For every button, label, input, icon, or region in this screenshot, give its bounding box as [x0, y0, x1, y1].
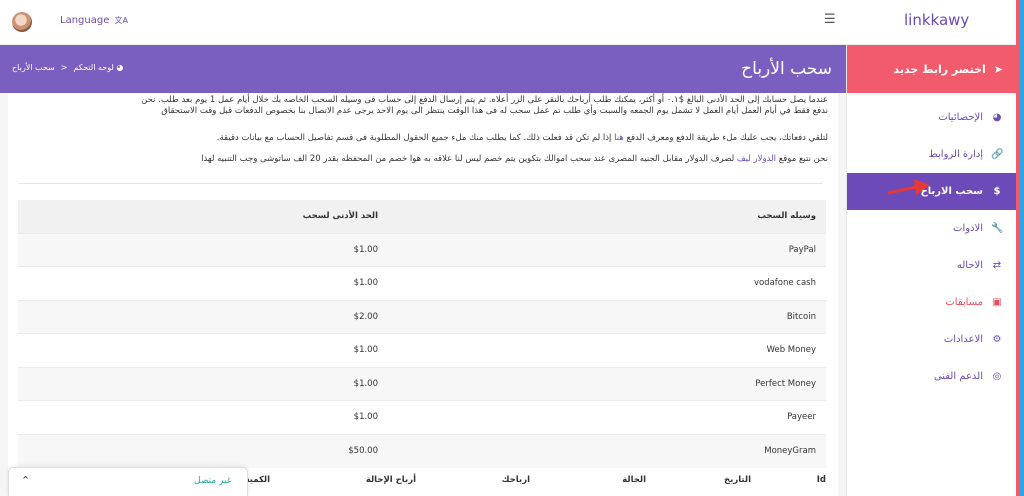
table-row: Payeer $1.00	[18, 400, 826, 434]
column-header-status: الحالة	[622, 475, 646, 485]
table-row: PayPal $1.00	[18, 232, 826, 267]
dollar-icon: $	[993, 186, 1001, 197]
method-cell: MoneyGram	[388, 433, 826, 468]
breadcrumb-home[interactable]: لوحه التحكم ◕	[73, 63, 123, 72]
paragraph-text: لصرف الدولار مقابل الجنيه المصرى عند سحب…	[201, 154, 737, 164]
sidebar-menu: الإحصائيات ◕ إدارة الروابط 🔗 سحب الارباح…	[847, 99, 1017, 395]
sidebar-item-links[interactable]: إدارة الروابط 🔗	[847, 136, 1017, 173]
gears-icon: ⚙	[992, 334, 1002, 345]
menu-toggle-icon[interactable]: ☰	[824, 12, 836, 27]
method-cell: Payeer	[388, 400, 826, 434]
minimum-cell: $1.00	[18, 366, 388, 401]
withdrawal-methods-table: وسيله السحب الحد الأدنى لسحب PayPal $1.0…	[18, 200, 826, 468]
breadcrumb-separator: >	[60, 63, 68, 72]
sidebar-item-referrals[interactable]: الاحاله ⇄	[847, 247, 1017, 284]
minimum-cell: $50.00	[18, 433, 388, 468]
language-selector[interactable]: Language 文A	[60, 15, 128, 26]
sidebar-item-tools[interactable]: الادوات 🔧	[847, 210, 1017, 247]
column-header-date: التاريخ	[724, 475, 751, 485]
sidebar-item-contests[interactable]: مسابقات ▣	[847, 284, 1017, 321]
breadcrumb: سحب الأرباح > لوحه التحكم ◕	[12, 63, 123, 72]
sidebar-item-support[interactable]: الدعم الفنى ◎	[847, 358, 1017, 395]
page-title: سحب الأرباح	[741, 59, 832, 79]
sidebar-item-withdraw[interactable]: سحب الارباح $	[847, 173, 1017, 210]
column-header-method: وسيله السحب	[388, 200, 826, 233]
sidebar: اختصر رابط جديد ➤ الإحصائيات ◕ إدارة الر…	[846, 45, 1017, 496]
column-header-earnings: ارباحك	[501, 475, 530, 485]
payment-settings-link[interactable]: هنا	[614, 133, 624, 143]
payment-method-paragraph: لتلقي دفعاتك، يجب عليك ملء طريقة الدفع و…	[8, 133, 828, 144]
paragraph-text: إذا لم تكن قد فعلت ذلك. كما يطلب منك ملء…	[216, 133, 615, 143]
chevron-up-icon[interactable]: ⌃	[21, 474, 30, 487]
method-cell: vodafone cash	[388, 266, 826, 300]
minimum-cell: $1.00	[18, 333, 388, 367]
brand-logo[interactable]: linkkawy	[904, 11, 969, 29]
sidebar-item-settings[interactable]: الاعدادات ⚙	[847, 321, 1017, 358]
sidebar-item-label: إدارة الروابط	[928, 149, 983, 160]
paragraph-text: نحن نتبع موقع	[776, 154, 828, 164]
paper-plane-icon: ➤	[993, 62, 1003, 76]
paragraph-text: لتلقي دفعاتك، يجب عليك ملء طريقة الدفع و…	[623, 133, 828, 143]
exchange-note-paragraph: نحن نتبع موقع الدولار ليف لصرف الدولار م…	[8, 154, 828, 165]
sidebar-item-statistics[interactable]: الإحصائيات ◕	[847, 99, 1017, 136]
user-avatar[interactable]	[12, 12, 32, 32]
page-header: سحب الأرباح سحب الأرباح > لوحه التحكم ◕	[0, 45, 846, 93]
sidebar-item-label: مسابقات	[945, 297, 983, 308]
table-row: vodafone cash $1.00	[18, 266, 826, 300]
method-cell: Perfect Money	[388, 366, 826, 401]
payout-info-paragraph: عندما يصل حسابك إلى الحد الأدنى البالغ $…	[8, 95, 828, 117]
shorten-link-label: اختصر رابط جديد	[893, 62, 986, 76]
minimum-cell: $1.00	[18, 232, 388, 267]
chat-widget[interactable]: ⌃ غير متصل	[8, 467, 248, 496]
link-icon: 🔗	[991, 149, 1004, 160]
scrollbar-thumb[interactable]	[1020, 0, 1024, 496]
sidebar-item-label: الاحاله	[956, 260, 983, 271]
sidebar-item-label: الادوات	[953, 223, 983, 234]
dashboard-icon: ◕	[116, 63, 124, 72]
content-card: عندما يصل حسابك إلى الحد الأدنى البالغ $…	[8, 93, 838, 496]
payout-info-line: عندما يصل حسابك إلى الحد الأدنى البالغ $…	[141, 95, 828, 105]
dashboard-icon: ◕	[992, 112, 1002, 123]
minimum-cell: $2.00	[18, 299, 388, 334]
shorten-link-button[interactable]: اختصر رابط جديد ➤	[847, 45, 1017, 93]
translate-icon: 文A	[114, 16, 129, 25]
table-row: Bitcoin $2.00	[18, 299, 826, 334]
table-row: MoneyGram $50.00	[18, 433, 826, 468]
sidebar-item-label: الاعدادات	[943, 334, 983, 345]
table-row: Perfect Money $1.00	[18, 366, 826, 401]
column-header-minimum: الحد الأدنى لسحب	[18, 200, 388, 233]
dollar-leaf-link[interactable]: الدولار ليف	[737, 154, 776, 164]
table-row: Web Money $1.00	[18, 333, 826, 367]
brand-bar: linkkawy	[846, 0, 1016, 45]
minimum-cell: $1.00	[18, 400, 388, 434]
exchange-icon: ⇄	[992, 260, 1002, 271]
sidebar-item-label: الإحصائيات	[938, 112, 983, 123]
breadcrumb-home-label: لوحه التحكم	[73, 63, 114, 72]
language-label: Language	[60, 15, 110, 26]
method-cell: PayPal	[388, 232, 826, 267]
breadcrumb-current: سحب الأرباح	[12, 63, 55, 72]
method-cell: Web Money	[388, 333, 826, 367]
column-header-id: Id	[816, 475, 826, 485]
method-cell: Bitcoin	[388, 299, 826, 334]
credit-card-icon: ▣	[992, 297, 1002, 308]
top-bar: Language 文A ☰	[0, 0, 846, 45]
payout-info-line: ندفع فقط في أيام العمل أيام العمل لا تشم…	[161, 106, 828, 116]
annotation-arrow-icon	[887, 179, 930, 195]
column-header-amount: الكمية	[244, 475, 270, 485]
divider	[18, 183, 823, 184]
wrench-icon: 🔧	[991, 223, 1004, 234]
sidebar-item-label: الدعم الفنى	[933, 371, 983, 382]
column-header-referral-earnings: أرباح الإحالة	[365, 475, 416, 485]
minimum-cell: $1.00	[18, 266, 388, 300]
chat-status: غير متصل	[194, 476, 232, 486]
lifebuoy-icon: ◎	[992, 371, 1002, 382]
